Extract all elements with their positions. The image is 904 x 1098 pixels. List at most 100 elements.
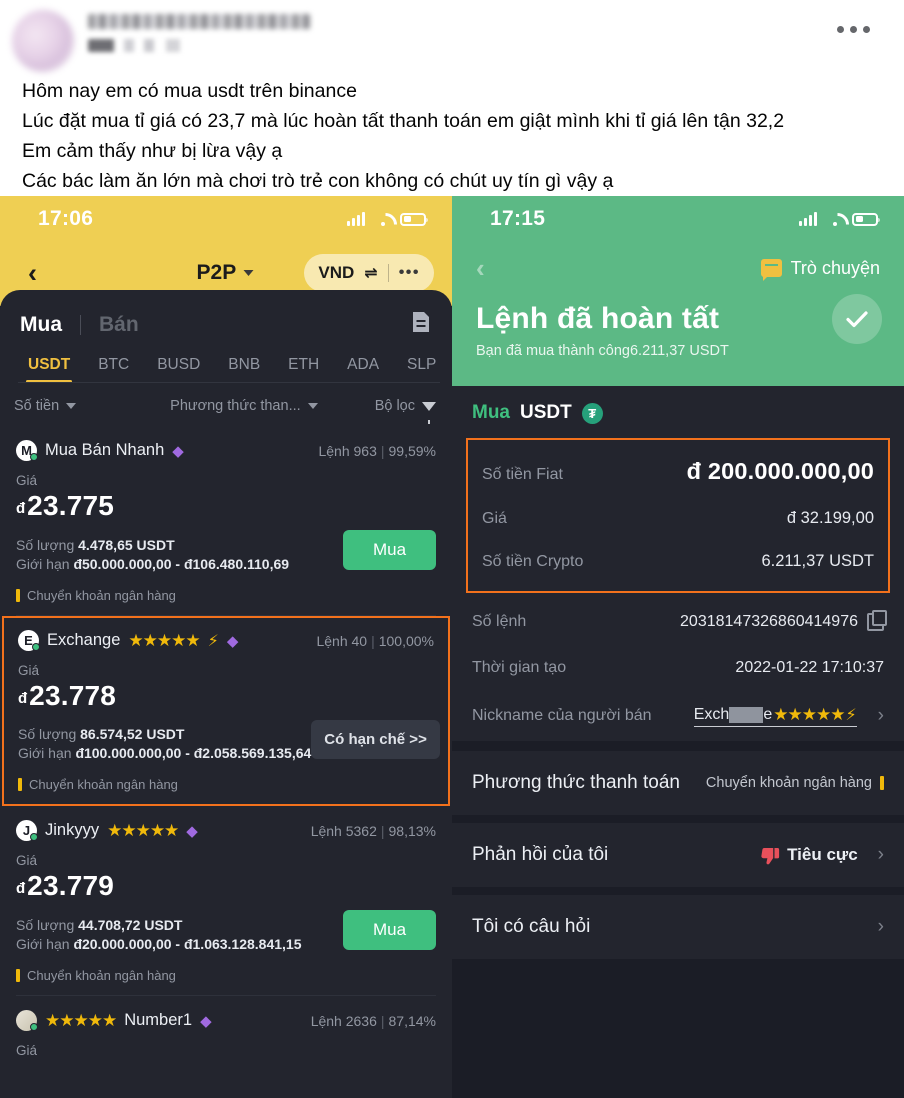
- merchant-row: M Mua Bán Nhanh ◆ Lệnh 963 | 99,59%: [16, 440, 436, 461]
- merchant-completion: 98,13%: [388, 822, 436, 839]
- offer-price: 23.775: [27, 490, 115, 521]
- coin-tab-btc[interactable]: BTC: [84, 350, 143, 386]
- more-horizontal-icon[interactable]: •••: [399, 264, 420, 282]
- tab-sell[interactable]: Bán: [99, 313, 139, 337]
- currency-symbol: đ: [18, 690, 28, 707]
- limited-button[interactable]: Có hạn chế >>: [311, 720, 440, 759]
- filter-amount[interactable]: Số tiền: [14, 398, 77, 414]
- buy-button[interactable]: Mua: [343, 530, 436, 570]
- price-row: đ 23.775: [16, 490, 436, 522]
- copy-icon[interactable]: [867, 610, 887, 631]
- battery-icon: [400, 212, 428, 226]
- offer-bottom: Số lượng 44.708,72 USDT Giới hạn đ20.000…: [16, 910, 436, 952]
- yellow-bar-icon: [16, 589, 20, 602]
- info-label: Số lệnh: [472, 613, 527, 630]
- status-bar: 17:06: [0, 196, 452, 242]
- created-time: 2022-01-22 17:10:37: [735, 659, 884, 676]
- coin-tab-busd[interactable]: BUSD: [143, 350, 214, 386]
- lightning-icon: ⚡: [845, 707, 857, 724]
- coin-tab-bnb[interactable]: BNB: [214, 350, 274, 386]
- offer-limit: đ50.000.000,00 - đ106.480.110,69: [73, 556, 290, 572]
- screenshots-row: 17:06 ‹ P2P VND ⇌ ••• Mua Bán USDT BTC B…: [0, 196, 904, 1098]
- currency-selector[interactable]: VND ⇌ •••: [304, 254, 434, 292]
- avatar[interactable]: [12, 10, 74, 72]
- filter-more[interactable]: Bộ lọc: [375, 398, 436, 424]
- payment-method-block[interactable]: Phương thức thanh toán Chuyển khoản ngân…: [452, 751, 904, 815]
- more-horizontal-icon[interactable]: [837, 26, 870, 33]
- offer-card-highlighted[interactable]: E Exchange ★★★★★ ⚡ ◆ Lệnh 40 | 100,00% Giá…: [2, 616, 450, 806]
- wifi-icon: [374, 213, 391, 226]
- coin-tab-ada[interactable]: ADA: [333, 350, 393, 386]
- merchant-orders: Lệnh 40: [316, 632, 368, 649]
- verified-diamond-icon: ◆: [200, 1012, 212, 1030]
- currency-label: VND: [318, 263, 355, 282]
- order-navbar: ‹ Trò chuyện: [452, 242, 904, 294]
- amount-label: Số tiền Fiat: [482, 466, 563, 483]
- signal-bars-icon: [799, 212, 817, 226]
- divider: [80, 315, 81, 335]
- chevron-left-icon[interactable]: ‹: [476, 255, 485, 281]
- limit-label: Giới hạn: [16, 936, 70, 952]
- merchant-avatar: J: [16, 820, 38, 841]
- amount-value: đ 200.000.000,00: [686, 458, 874, 484]
- divider: [387, 264, 389, 282]
- chevron-right-icon: ›: [877, 916, 884, 937]
- merchant-completion: 99,59%: [388, 442, 436, 459]
- offer-quantity-line: Số lượng 4.478,65 USDT: [16, 537, 289, 553]
- chat-button[interactable]: Trò chuyện: [760, 258, 880, 281]
- divider: [452, 815, 904, 823]
- filter-payment[interactable]: Phương thức than...: [170, 398, 318, 414]
- offer-price: 23.779: [27, 870, 115, 901]
- offer-quantity-unit: USDT: [144, 917, 183, 933]
- p2p-title-dropdown[interactable]: P2P: [197, 261, 254, 285]
- merchant-identity: E Exchange ★★★★★ ⚡ ◆: [18, 630, 238, 651]
- payment-tag: Chuyển khoản ngân hàng: [16, 968, 436, 995]
- payment-tag: Chuyển khoản ngân hàng: [16, 588, 436, 615]
- coin-tab-eth[interactable]: ETH: [274, 350, 333, 386]
- status-time: 17:06: [38, 207, 94, 230]
- order-amounts-box: Số tiền Fiat đ 200.000.000,00 Giá đ 32.1…: [466, 438, 890, 593]
- coin-tab-slp[interactable]: SLP: [393, 350, 450, 386]
- seller-link[interactable]: Exch e ★★★★★ ⚡: [693, 705, 857, 727]
- offer-card[interactable]: J Jinkyyy ★★★★★ ◆ Lệnh 5362 | 98,13% Giá đ…: [0, 806, 452, 995]
- order-details-panel: Mua USDT ₮ Số tiền Fiat đ 200.000.000,00…: [452, 386, 904, 967]
- chevron-down-icon: [307, 403, 318, 409]
- chevron-right-icon: ›: [877, 705, 884, 726]
- chevron-left-icon[interactable]: ‹: [22, 259, 43, 287]
- seller-name-redacted: [729, 707, 764, 723]
- row-label: Phương thức thanh toán: [472, 772, 680, 793]
- offer-quantity: 44.708,72: [78, 917, 141, 933]
- yellow-bar-icon: [880, 776, 884, 790]
- price-label: Giá: [16, 1043, 38, 1058]
- offer-card-partial[interactable]: ★★★★★ Number1 ◆ Lệnh 2636 | 87,14% Giá: [0, 996, 452, 1058]
- post-meta-redacted: [88, 39, 218, 52]
- offer-card[interactable]: M Mua Bán Nhanh ◆ Lệnh 963 | 99,59% Giá đ …: [0, 426, 452, 615]
- check-circle-icon: [832, 294, 882, 344]
- filter-payment-label: Phương thức than...: [170, 398, 301, 414]
- offer-meta: Số lượng 86.574,52 USDT Giới hạn đ100.00…: [18, 723, 311, 761]
- merchant-completion: 87,14%: [388, 1012, 436, 1029]
- question-block[interactable]: Tôi có câu hỏi ›: [452, 895, 904, 959]
- divider: [452, 887, 904, 895]
- post-line: Hôm nay em có mua usdt trên binance: [22, 80, 357, 102]
- offer-limit-line: Giới hạn đ20.000.000,00 - đ1.063.128.841…: [16, 936, 302, 952]
- info-row-seller[interactable]: Nickname của người bán Exch e ★★★★★ ⚡ ›: [472, 691, 884, 741]
- order-info-rows: Số lệnh 20318147326860414976 Thời gian t…: [452, 593, 904, 741]
- filter-amount-label: Số tiền: [14, 398, 60, 414]
- merchant-orders: Lệnh 5362: [310, 822, 377, 839]
- tab-buy[interactable]: Mua: [20, 313, 62, 337]
- coin-tab-usdt[interactable]: USDT: [14, 350, 84, 386]
- merchant-avatar: M: [16, 440, 38, 461]
- merchant-stars: ★★★★★: [128, 630, 200, 650]
- merchant-orders: Lệnh 2636: [310, 1012, 377, 1029]
- document-icon[interactable]: [412, 311, 430, 338]
- feedback-block[interactable]: Phản hồi của tôi Tiêu cực ›: [452, 823, 904, 887]
- divider: [18, 382, 440, 383]
- row-value-group: Chuyển khoản ngân hàng: [706, 775, 884, 791]
- info-value-group: 20318147326860414976: [680, 610, 887, 631]
- offer-quantity-unit: USDT: [146, 726, 185, 742]
- row-payment-method: Phương thức thanh toán Chuyển khoản ngân…: [472, 751, 884, 815]
- buy-button[interactable]: Mua: [343, 910, 436, 950]
- price-label: Giá: [16, 473, 38, 488]
- price-row: đ 23.779: [16, 870, 436, 902]
